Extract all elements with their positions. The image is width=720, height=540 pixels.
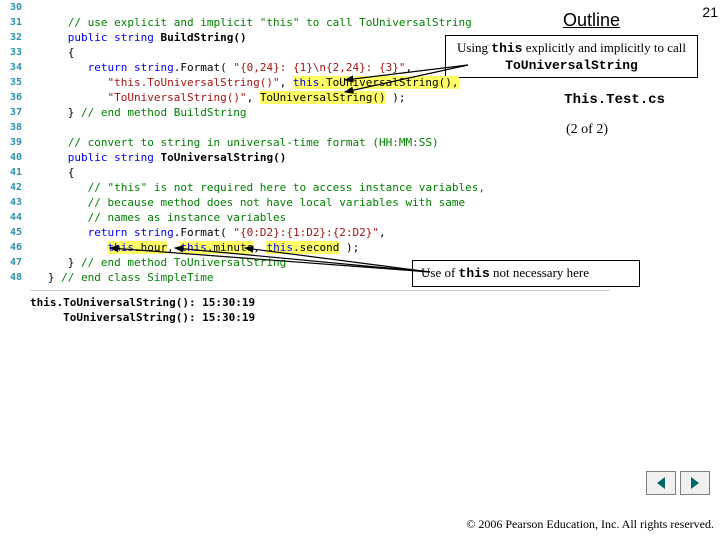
code-text: { (28, 45, 74, 60)
line-number: 36 (0, 90, 28, 105)
nav-buttons (646, 471, 710, 495)
line-number: 31 (0, 15, 28, 30)
line-number: 38 (0, 120, 28, 135)
code-line: 46 this.hour, this.minute, this.second )… (0, 240, 615, 255)
code-line: 33 { (0, 45, 615, 60)
code-line: 32 public string BuildString() (0, 30, 615, 45)
code-line: 38 (0, 120, 615, 135)
code-text: { (28, 165, 74, 180)
copyright-text: © 2006 Pearson Education, Inc. All right… (466, 518, 714, 532)
code-line: 45 return string.Format( "{0:D2}:{1:D2}:… (0, 225, 615, 240)
code-line: 44 // names as instance variables (0, 210, 615, 225)
line-number: 34 (0, 60, 28, 75)
line-number: 46 (0, 240, 28, 255)
code-line: 34 return string.Format( "{0,24}: {1}\n{… (0, 60, 615, 75)
code-text: } // end class SimpleTime (28, 270, 213, 285)
line-number: 39 (0, 135, 28, 150)
code-text: public string BuildString() (28, 30, 247, 45)
line-number: 48 (0, 270, 28, 285)
line-number: 33 (0, 45, 28, 60)
line-number: 40 (0, 150, 28, 165)
code-text: public string ToUniversalString() (28, 150, 286, 165)
program-output: this.ToUniversalString(): 15:30:19 ToUni… (30, 290, 610, 325)
code-line: 47 } // end method ToUniversalString (0, 255, 615, 270)
triangle-right-icon (688, 476, 702, 490)
code-text: // convert to string in universal-time f… (28, 135, 439, 150)
line-number: 47 (0, 255, 28, 270)
code-text (28, 0, 68, 15)
code-text: // "this" is not required here to access… (28, 180, 485, 195)
line-number: 42 (0, 180, 28, 195)
code-text: } // end method ToUniversalString (28, 255, 286, 270)
code-text: "this.ToUniversalString()", this.ToUnive… (28, 75, 459, 90)
line-number: 32 (0, 30, 28, 45)
code-text: return string.Format( "{0:D2}:{1:D2}:{2:… (28, 225, 386, 240)
code-line: 37 } // end method BuildString (0, 105, 615, 120)
code-line: 36 "ToUniversalString()", ToUniversalStr… (0, 90, 615, 105)
code-line: 30 (0, 0, 615, 15)
next-slide-button[interactable] (680, 471, 710, 495)
line-number: 44 (0, 210, 28, 225)
code-line: 42 // "this" is not required here to acc… (0, 180, 615, 195)
code-text: this.hour, this.minute, this.second ); (28, 240, 359, 255)
line-number: 35 (0, 75, 28, 90)
line-number: 43 (0, 195, 28, 210)
page-number: 21 (702, 4, 718, 20)
code-line: 48 } // end class SimpleTime (0, 270, 615, 285)
line-number: 45 (0, 225, 28, 240)
triangle-left-icon (654, 476, 668, 490)
prev-slide-button[interactable] (646, 471, 676, 495)
code-text: // use explicit and implicit "this" to c… (28, 15, 472, 30)
code-line: 41 { (0, 165, 615, 180)
code-listing: 30 31 // use explicit and implicit "this… (0, 0, 615, 340)
code-text: } // end method BuildString (28, 105, 247, 120)
line-number: 41 (0, 165, 28, 180)
code-text: "ToUniversalString()", ToUniversalString… (28, 90, 406, 105)
code-line: 39 // convert to string in universal-tim… (0, 135, 615, 150)
code-text: // names as instance variables (28, 210, 286, 225)
code-text: return string.Format( "{0,24}: {1}\n{2,2… (28, 60, 412, 75)
code-line: 35 "this.ToUniversalString()", this.ToUn… (0, 75, 615, 90)
code-text: // because method does not have local va… (28, 195, 465, 210)
line-number: 30 (0, 0, 28, 15)
line-number: 37 (0, 105, 28, 120)
code-line: 40 public string ToUniversalString() (0, 150, 615, 165)
code-line: 43 // because method does not have local… (0, 195, 615, 210)
code-line: 31 // use explicit and implicit "this" t… (0, 15, 615, 30)
